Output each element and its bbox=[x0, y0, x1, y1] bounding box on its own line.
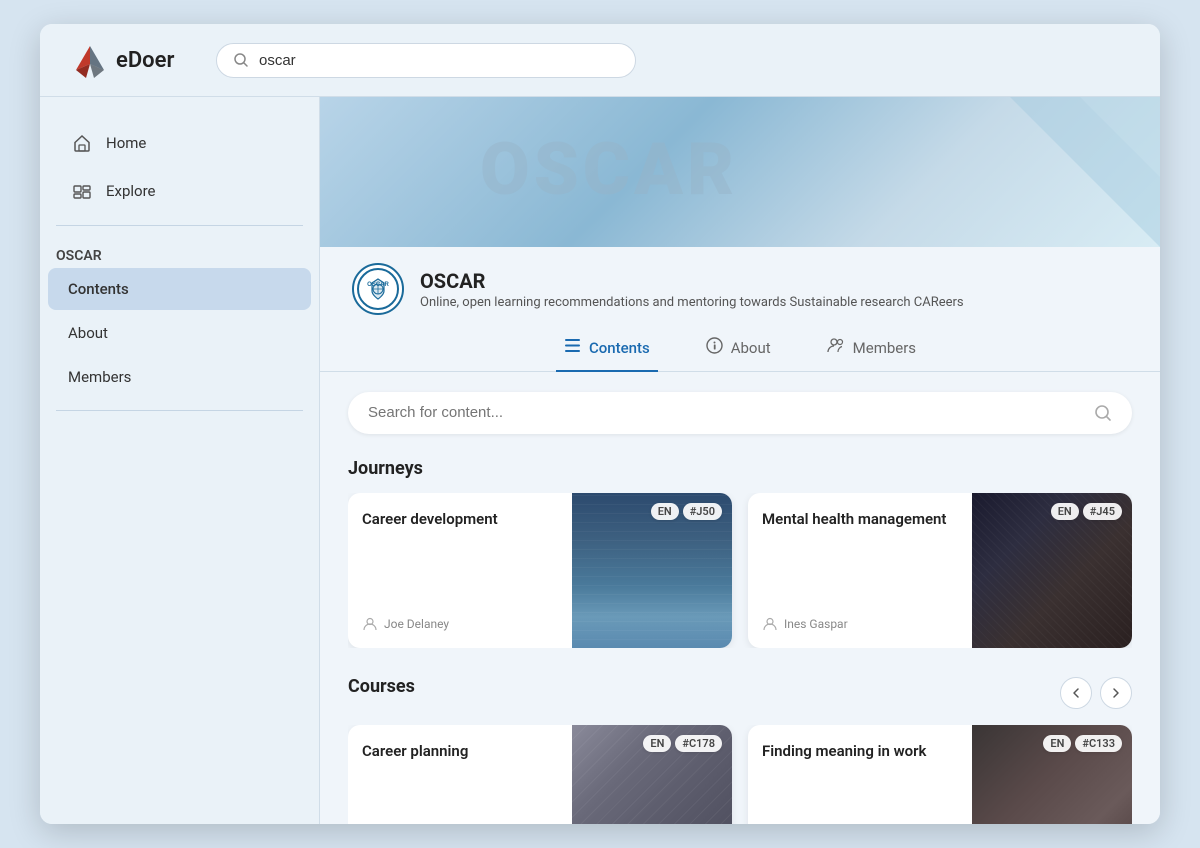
tabs-row: Contents About bbox=[320, 315, 1160, 372]
courses-title: Courses bbox=[348, 676, 415, 697]
people-icon bbox=[827, 337, 845, 358]
course-card-planning-lang-badge: EN bbox=[643, 735, 671, 752]
global-search-bar[interactable] bbox=[216, 43, 636, 78]
profile-description: Online, open learning recommendations an… bbox=[420, 295, 964, 310]
tab-about-label: About bbox=[731, 339, 771, 357]
sidebar-nav: Home Explore bbox=[40, 121, 319, 213]
sidebar-home-label: Home bbox=[106, 134, 146, 152]
hero-triangle-decoration bbox=[960, 97, 1160, 247]
info-icon bbox=[706, 337, 723, 358]
course-card-meaning-lang-badge: EN bbox=[1043, 735, 1071, 752]
course-card-planning-badges: EN #C178 bbox=[643, 735, 722, 752]
content-search-input[interactable] bbox=[368, 404, 1084, 421]
author-icon bbox=[362, 616, 378, 632]
course-card-meaning-id-badge: #C133 bbox=[1075, 735, 1122, 752]
journey-card-mental-body: Mental health management Ines Gaspar bbox=[748, 493, 1132, 648]
journey-card-career-title: Career development bbox=[362, 509, 558, 529]
list-icon bbox=[564, 337, 581, 358]
course-card-planning[interactable]: Career planning EN #C178 bbox=[348, 725, 732, 825]
sidebar-about-label: About bbox=[68, 324, 108, 342]
journey-card-career-text: Career development Joe Delaney bbox=[348, 493, 572, 648]
app-logo[interactable]: eDoer bbox=[72, 42, 192, 78]
content-search-icon bbox=[1094, 404, 1112, 422]
courses-nav-arrows bbox=[1060, 677, 1132, 709]
journey-card-career[interactable]: Career development Joe Delaney bbox=[348, 493, 732, 648]
journey-card-mental-title: Mental health management bbox=[762, 509, 958, 529]
sidebar-divider-2 bbox=[56, 410, 303, 411]
course-card-planning-title: Career planning bbox=[362, 741, 558, 761]
topbar: eDoer bbox=[40, 24, 1160, 97]
content-area: OSCAR OSCAR bbox=[320, 97, 1160, 824]
course-card-meaning[interactable]: Finding meaning in work EN #C133 bbox=[748, 725, 1132, 825]
journey-card-mental[interactable]: Mental health management Ines Gaspar bbox=[748, 493, 1132, 648]
course-card-planning-image: EN #C178 bbox=[572, 725, 732, 825]
journey-card-mental-lang-badge: EN bbox=[1051, 503, 1079, 520]
tab-contents-label: Contents bbox=[589, 339, 650, 357]
course-card-planning-text: Career planning bbox=[348, 725, 572, 825]
course-card-meaning-text: Finding meaning in work bbox=[748, 725, 972, 825]
journey-card-mental-image: EN #J45 bbox=[972, 493, 1132, 648]
journey-card-mental-text: Mental health management Ines Gaspar bbox=[748, 493, 972, 648]
search-icon bbox=[233, 52, 249, 68]
sidebar-item-home[interactable]: Home bbox=[56, 121, 303, 165]
chevron-right-icon bbox=[1110, 687, 1122, 699]
journey-card-career-badges: EN #J50 bbox=[651, 503, 722, 520]
courses-prev-button[interactable] bbox=[1060, 677, 1092, 709]
course-card-planning-body: Career planning EN #C178 bbox=[348, 725, 732, 825]
journey-card-mental-badges: EN #J45 bbox=[1051, 503, 1122, 520]
sidebar-contents-label: Contents bbox=[68, 280, 129, 298]
hero-banner: OSCAR bbox=[320, 97, 1160, 247]
courses-section: Courses bbox=[348, 676, 1132, 825]
course-card-meaning-badges: EN #C133 bbox=[1043, 735, 1122, 752]
sidebar-explore-label: Explore bbox=[106, 182, 156, 200]
tab-about[interactable]: About bbox=[698, 327, 779, 372]
app-name: eDoer bbox=[116, 48, 174, 73]
journey-card-mental-id-badge: #J45 bbox=[1083, 503, 1122, 520]
sidebar-members-label: Members bbox=[68, 368, 131, 386]
sidebar-item-about[interactable]: About bbox=[48, 312, 311, 354]
journeys-cards-row: Career development Joe Delaney bbox=[348, 493, 1132, 648]
tab-members-label: Members bbox=[853, 339, 916, 357]
journey-card-mental-author-name: Ines Gaspar bbox=[784, 617, 848, 631]
oscar-logo-svg: OSCAR bbox=[356, 267, 400, 311]
sidebar-item-members[interactable]: Members bbox=[48, 356, 311, 398]
explore-icon bbox=[72, 181, 92, 201]
global-search-input[interactable] bbox=[259, 52, 619, 69]
tab-members[interactable]: Members bbox=[819, 327, 924, 372]
content-inner: Journeys Career development bbox=[320, 372, 1160, 825]
author-icon-2 bbox=[762, 616, 778, 632]
sidebar-section-oscar: OSCAR bbox=[40, 238, 319, 266]
journey-card-career-author: Joe Delaney bbox=[362, 616, 558, 632]
sidebar-divider-1 bbox=[56, 225, 303, 226]
chevron-left-icon bbox=[1070, 687, 1082, 699]
courses-section-header: Courses bbox=[348, 676, 1132, 711]
hero-banner-text: OSCAR bbox=[480, 127, 738, 212]
course-card-meaning-body: Finding meaning in work EN #C133 bbox=[748, 725, 1132, 825]
main-layout: Home Explore OSCAR Contents Abou bbox=[40, 97, 1160, 824]
sidebar-item-explore[interactable]: Explore bbox=[56, 169, 303, 213]
journey-card-career-id-badge: #J50 bbox=[683, 503, 722, 520]
tab-contents[interactable]: Contents bbox=[556, 327, 658, 372]
sidebar: Home Explore OSCAR Contents Abou bbox=[40, 97, 320, 824]
course-card-meaning-title: Finding meaning in work bbox=[762, 741, 958, 761]
home-icon bbox=[72, 133, 92, 153]
sidebar-item-contents[interactable]: Contents bbox=[48, 268, 311, 310]
journey-card-mental-author: Ines Gaspar bbox=[762, 616, 958, 632]
journeys-title: Journeys bbox=[348, 458, 1132, 479]
journey-card-career-lang-badge: EN bbox=[651, 503, 679, 520]
courses-cards-row: Career planning EN #C178 bbox=[348, 725, 1132, 825]
journey-card-career-author-name: Joe Delaney bbox=[384, 617, 449, 631]
content-search-bar[interactable] bbox=[348, 392, 1132, 434]
journey-card-career-body: Career development Joe Delaney bbox=[348, 493, 732, 648]
profile-info: OSCAR Online, open learning recommendati… bbox=[420, 269, 964, 310]
courses-next-button[interactable] bbox=[1100, 677, 1132, 709]
journeys-section: Journeys Career development bbox=[348, 458, 1132, 648]
oscar-logo: OSCAR bbox=[352, 263, 404, 315]
profile-name: OSCAR bbox=[420, 269, 964, 293]
profile-row: OSCAR OSCAR Online, open learning recomm… bbox=[320, 247, 1160, 315]
journey-card-career-image: EN #J50 bbox=[572, 493, 732, 648]
course-card-meaning-image: EN #C133 bbox=[972, 725, 1132, 825]
course-card-planning-id-badge: #C178 bbox=[675, 735, 722, 752]
